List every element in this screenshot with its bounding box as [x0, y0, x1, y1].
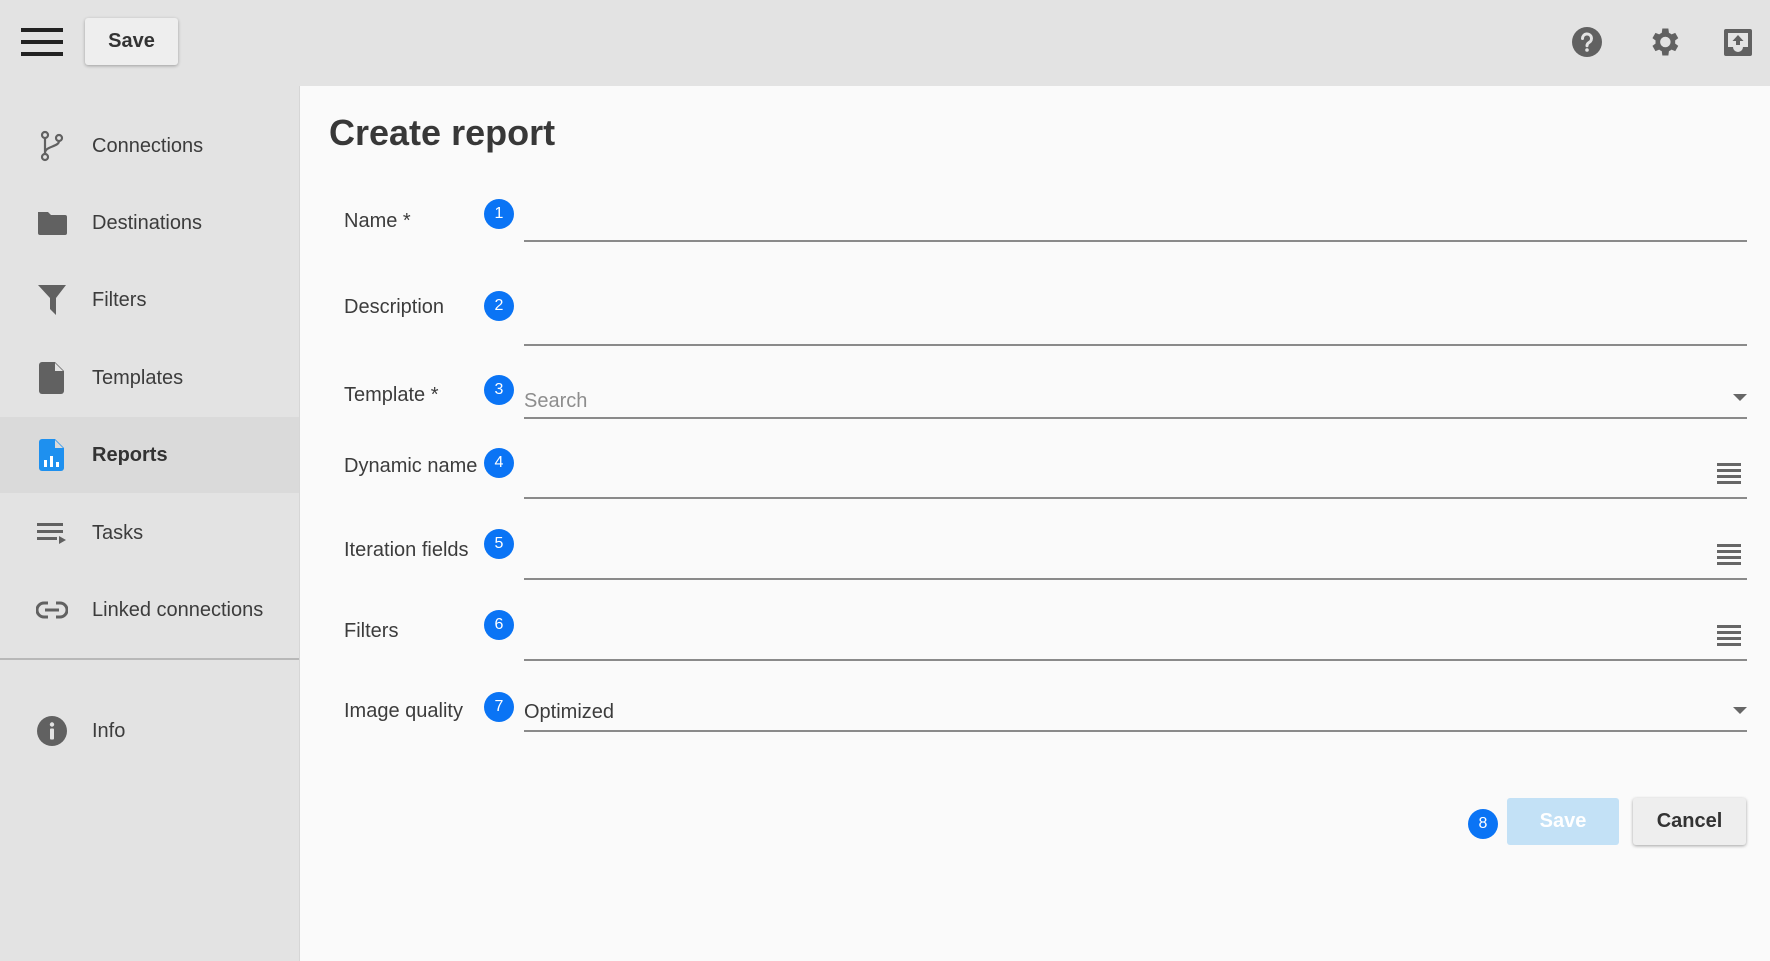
chevron-down-icon[interactable]	[1733, 394, 1747, 401]
sidebar-item-label: Info	[92, 720, 126, 742]
sidebar-item-label: Destinations	[92, 212, 203, 234]
list-icon[interactable]	[1717, 544, 1741, 566]
template-label: Template *	[344, 384, 439, 406]
iteration-fields-input[interactable]	[524, 551, 1684, 574]
sidebar-item-label: Reports	[92, 444, 168, 466]
dynamic-name-input[interactable]	[524, 470, 1684, 493]
sidebar-item-destinations[interactable]: Destinations	[0, 185, 299, 261]
step-badge: 6	[484, 610, 514, 640]
list-icon[interactable]	[1717, 463, 1741, 485]
step-badge: 2	[484, 291, 514, 321]
filters-label: Filters	[344, 620, 399, 642]
sidebar-item-label: Connections	[92, 135, 204, 157]
sidebar-item-templates[interactable]: Templates	[0, 340, 299, 416]
step-badge: 8	[1468, 809, 1498, 839]
description-label: Description	[344, 296, 445, 318]
sidebar-item-label: Tasks	[92, 522, 144, 544]
image-quality-label: Image quality	[344, 700, 463, 722]
hamburger-menu-icon[interactable]	[21, 28, 63, 56]
cancel-button[interactable]: Cancel	[1633, 798, 1746, 845]
dynamic-name-field	[524, 440, 1747, 499]
toolbar-save-button[interactable]: Save	[85, 18, 178, 65]
playlist-icon	[34, 517, 70, 549]
help-icon[interactable]	[1569, 24, 1605, 60]
name-label: Name *	[344, 210, 411, 232]
name-input[interactable]	[524, 213, 1684, 236]
link-icon	[34, 594, 70, 626]
dynamic-name-label: Dynamic name	[344, 455, 478, 477]
filters-field	[524, 600, 1747, 661]
iteration-fields-field	[524, 520, 1747, 580]
sidebar-item-reports[interactable]: Reports	[0, 417, 299, 493]
description-field	[524, 290, 1747, 346]
filters-input[interactable]	[524, 632, 1684, 655]
page-title: Create report	[329, 112, 556, 153]
image-quality-select[interactable]: Optimized	[524, 690, 1747, 732]
sidebar-item-label: Linked connections	[92, 599, 264, 621]
description-input[interactable]	[524, 317, 1684, 340]
sidebar-item-tasks[interactable]: Tasks	[0, 495, 299, 571]
document-icon	[34, 362, 70, 394]
gear-icon[interactable]	[1646, 24, 1682, 60]
template-search-input[interactable]	[524, 390, 1684, 413]
funnel-icon	[34, 284, 70, 316]
chevron-down-icon[interactable]	[1733, 707, 1747, 714]
report-chart-icon	[34, 439, 70, 471]
iteration-fields-label: Iteration fields	[344, 539, 469, 561]
step-badge: 5	[484, 529, 514, 559]
name-field	[524, 190, 1747, 242]
sidebar-item-filters[interactable]: Filters	[0, 262, 299, 338]
top-bar: Save	[0, 0, 1770, 86]
sidebar-item-label: Filters	[92, 289, 147, 311]
step-badge: 7	[484, 692, 514, 722]
list-icon[interactable]	[1717, 625, 1741, 647]
sidebar-item-linked-connections[interactable]: Linked connections	[0, 572, 299, 648]
step-badge: 1	[484, 199, 514, 229]
info-icon	[34, 715, 70, 747]
upload-icon[interactable]	[1720, 24, 1756, 60]
template-select[interactable]	[524, 375, 1747, 419]
sidebar-item-connections[interactable]: Connections	[0, 108, 299, 184]
sidebar-divider	[0, 658, 299, 660]
step-badge: 4	[484, 448, 514, 478]
sidebar-item-label: Templates	[92, 367, 184, 389]
sidebar-item-info[interactable]: Info	[0, 693, 299, 769]
fork-icon	[34, 130, 70, 162]
step-badge: 3	[484, 375, 514, 405]
sidebar: Connections Destinations Filters Templat…	[0, 86, 300, 961]
image-quality-value: Optimized	[524, 701, 615, 723]
folder-icon	[34, 207, 70, 239]
save-button[interactable]: Save	[1507, 798, 1619, 845]
